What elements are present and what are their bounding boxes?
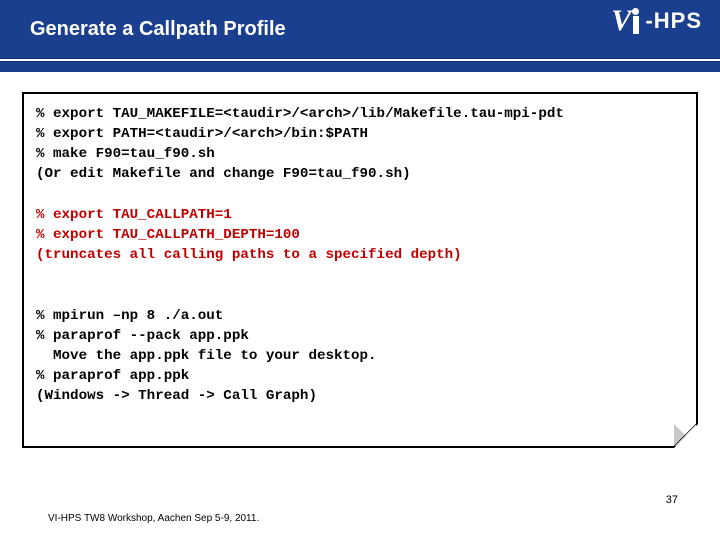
code-panel: % export TAU_MAKEFILE=<taudir>/<arch>/li… — [22, 92, 698, 448]
vi-hps-logo: V -HPS — [611, 4, 702, 38]
footer-text: VI-HPS TW8 Workshop, Aachen Sep 5-9, 201… — [48, 513, 259, 524]
slide: Generate a Callpath Profile V -HPS % exp… — [0, 0, 720, 540]
fold-corner-icon — [674, 424, 696, 446]
code-line: % export PATH=<taudir>/<arch>/bin:$PATH — [36, 126, 368, 142]
logo-hps: -HPS — [645, 8, 702, 34]
code-line: % paraprof app.ppk — [36, 368, 189, 384]
page-title: Generate a Callpath Profile — [30, 18, 286, 41]
code-line: (Windows -> Thread -> Call Graph) — [36, 388, 317, 404]
code-line-highlight: % export TAU_CALLPATH=1 — [36, 207, 232, 223]
under-bar — [0, 62, 720, 72]
code-line: % make F90=tau_f90.sh — [36, 146, 215, 162]
code-line: % export TAU_MAKEFILE=<taudir>/<arch>/li… — [36, 106, 564, 122]
code-line-highlight: % export TAU_CALLPATH_DEPTH=100 — [36, 227, 300, 243]
code-line-highlight: (truncates all calling paths to a specif… — [36, 247, 462, 263]
page-number: 37 — [666, 494, 678, 506]
code-line: (Or edit Makefile and change F90=tau_f90… — [36, 166, 411, 182]
code-line: Move the app.ppk file to your desktop. — [36, 348, 377, 364]
code-block: % export TAU_MAKEFILE=<taudir>/<arch>/li… — [24, 94, 696, 416]
code-line: % paraprof --pack app.ppk — [36, 328, 249, 344]
logo-v: V — [611, 4, 630, 38]
logo-i-icon — [632, 8, 639, 34]
code-line: % mpirun –np 8 ./a.out — [36, 308, 223, 324]
title-bar: Generate a Callpath Profile V -HPS — [0, 0, 720, 58]
